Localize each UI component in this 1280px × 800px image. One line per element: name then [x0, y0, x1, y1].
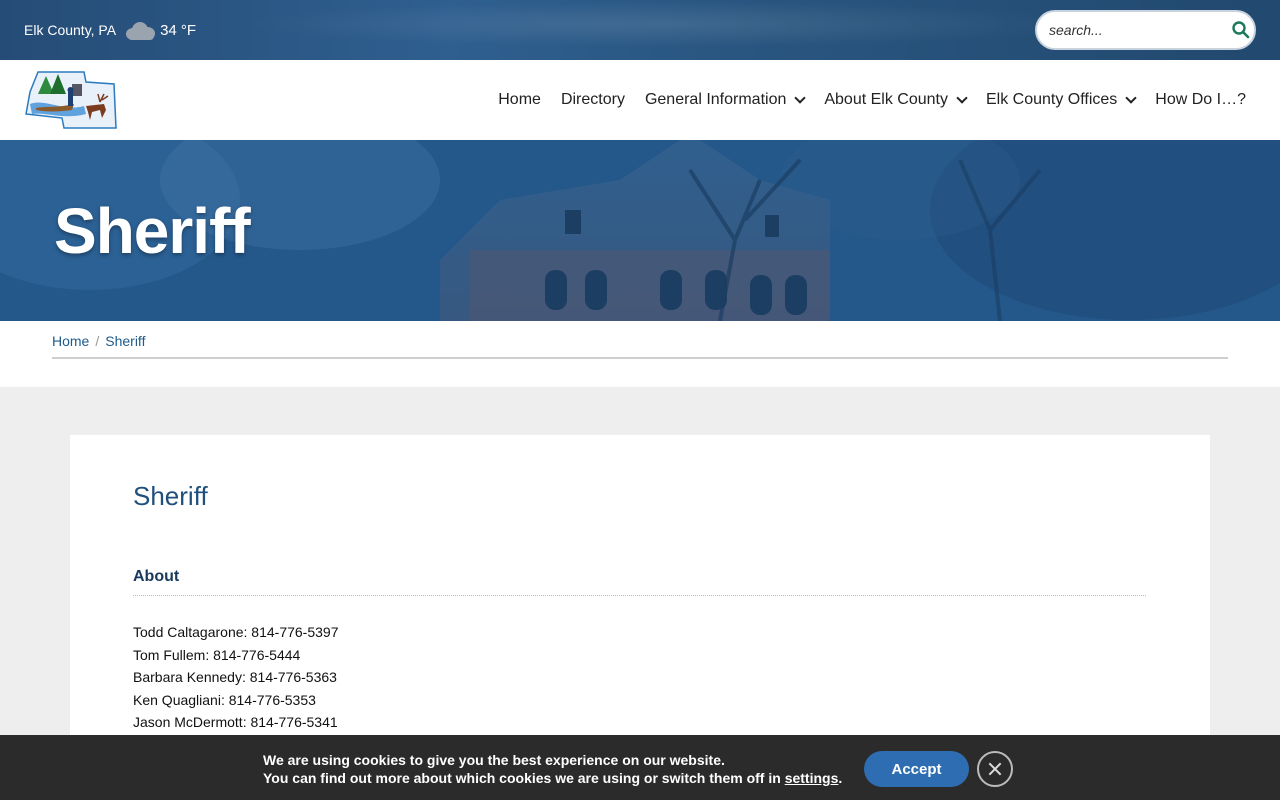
- main-nav: Home Directory General Information About…: [478, 60, 1246, 140]
- cookie-settings-link[interactable]: settings: [785, 770, 839, 786]
- nav-home[interactable]: Home: [498, 91, 541, 109]
- contact-item: Jason McDermott: 814-776-5341: [133, 714, 338, 730]
- cookie-message: We are using cookies to give you the bes…: [263, 751, 842, 787]
- nav-general-information[interactable]: General Information: [644, 91, 807, 109]
- contact-list: Todd Caltagarone: 814-776-5397 Tom Fulle…: [133, 621, 339, 734]
- search-input[interactable]: [1049, 22, 1231, 38]
- close-icon[interactable]: [977, 751, 1013, 787]
- elk-county-logo[interactable]: [24, 70, 118, 130]
- breadcrumb-current[interactable]: Sheriff: [105, 333, 145, 349]
- cookie-banner: We are using cookies to give you the bes…: [0, 735, 1280, 800]
- breadcrumb-separator: /: [95, 333, 100, 349]
- nav-label: Home: [498, 91, 541, 108]
- breadcrumb: Home / Sheriff: [52, 333, 1228, 359]
- hero-title: Sheriff: [54, 195, 251, 267]
- breadcrumb-home-link[interactable]: Home: [52, 333, 89, 349]
- site-header: Home Directory General Information About…: [0, 60, 1280, 140]
- chevron-down-icon: [794, 92, 807, 104]
- search-box[interactable]: [1035, 10, 1256, 50]
- nav-label: About Elk County: [824, 91, 948, 108]
- contact-item: Barbara Kennedy: 814-776-5363: [133, 669, 337, 685]
- page-title: Sheriff: [133, 481, 208, 511]
- cloud-icon: [124, 20, 156, 40]
- nav-how-do-i[interactable]: How Do I…?: [1155, 91, 1246, 109]
- nav-label: Elk County Offices: [985, 91, 1118, 108]
- nav-label: Directory: [560, 91, 625, 108]
- cookie-line-2-suffix: .: [838, 770, 843, 786]
- breadcrumb-bar: Home / Sheriff: [0, 321, 1280, 387]
- location-label: Elk County, PA: [24, 22, 117, 38]
- cookie-line-2: You can find out more about which cookie…: [263, 769, 842, 787]
- cookie-line-1: We are using cookies to give you the bes…: [263, 752, 725, 768]
- contact-item: Todd Caltagarone: 814-776-5397: [133, 624, 339, 640]
- accept-cookies-button[interactable]: Accept: [864, 751, 969, 787]
- section-heading: About: [133, 568, 180, 585]
- search-icon[interactable]: [1231, 20, 1251, 40]
- cookie-line-2-text: You can find out more about which cookie…: [263, 770, 785, 786]
- contact-item: Ken Quagliani: 814-776-5353: [133, 691, 316, 708]
- nav-label: General Information: [644, 91, 787, 108]
- chevron-down-icon: [956, 92, 968, 104]
- temperature-label: 34 °F: [160, 21, 197, 39]
- weather-widget: Elk County, PA 34 °F: [24, 20, 196, 40]
- section-divider: [133, 595, 1146, 596]
- nav-elk-county-offices[interactable]: Elk County Offices: [985, 91, 1137, 109]
- chevron-down-icon: [1125, 92, 1137, 104]
- nav-label: How Do I…?: [1155, 91, 1246, 108]
- hero-banner: Sheriff: [0, 140, 1280, 321]
- top-bar: Elk County, PA 34 °F: [0, 0, 1280, 60]
- nav-about-elk-county[interactable]: About Elk County: [824, 91, 968, 109]
- contact-item: Tom Fullem: 814-776-5444: [133, 646, 301, 663]
- nav-directory[interactable]: Directory: [561, 91, 625, 109]
